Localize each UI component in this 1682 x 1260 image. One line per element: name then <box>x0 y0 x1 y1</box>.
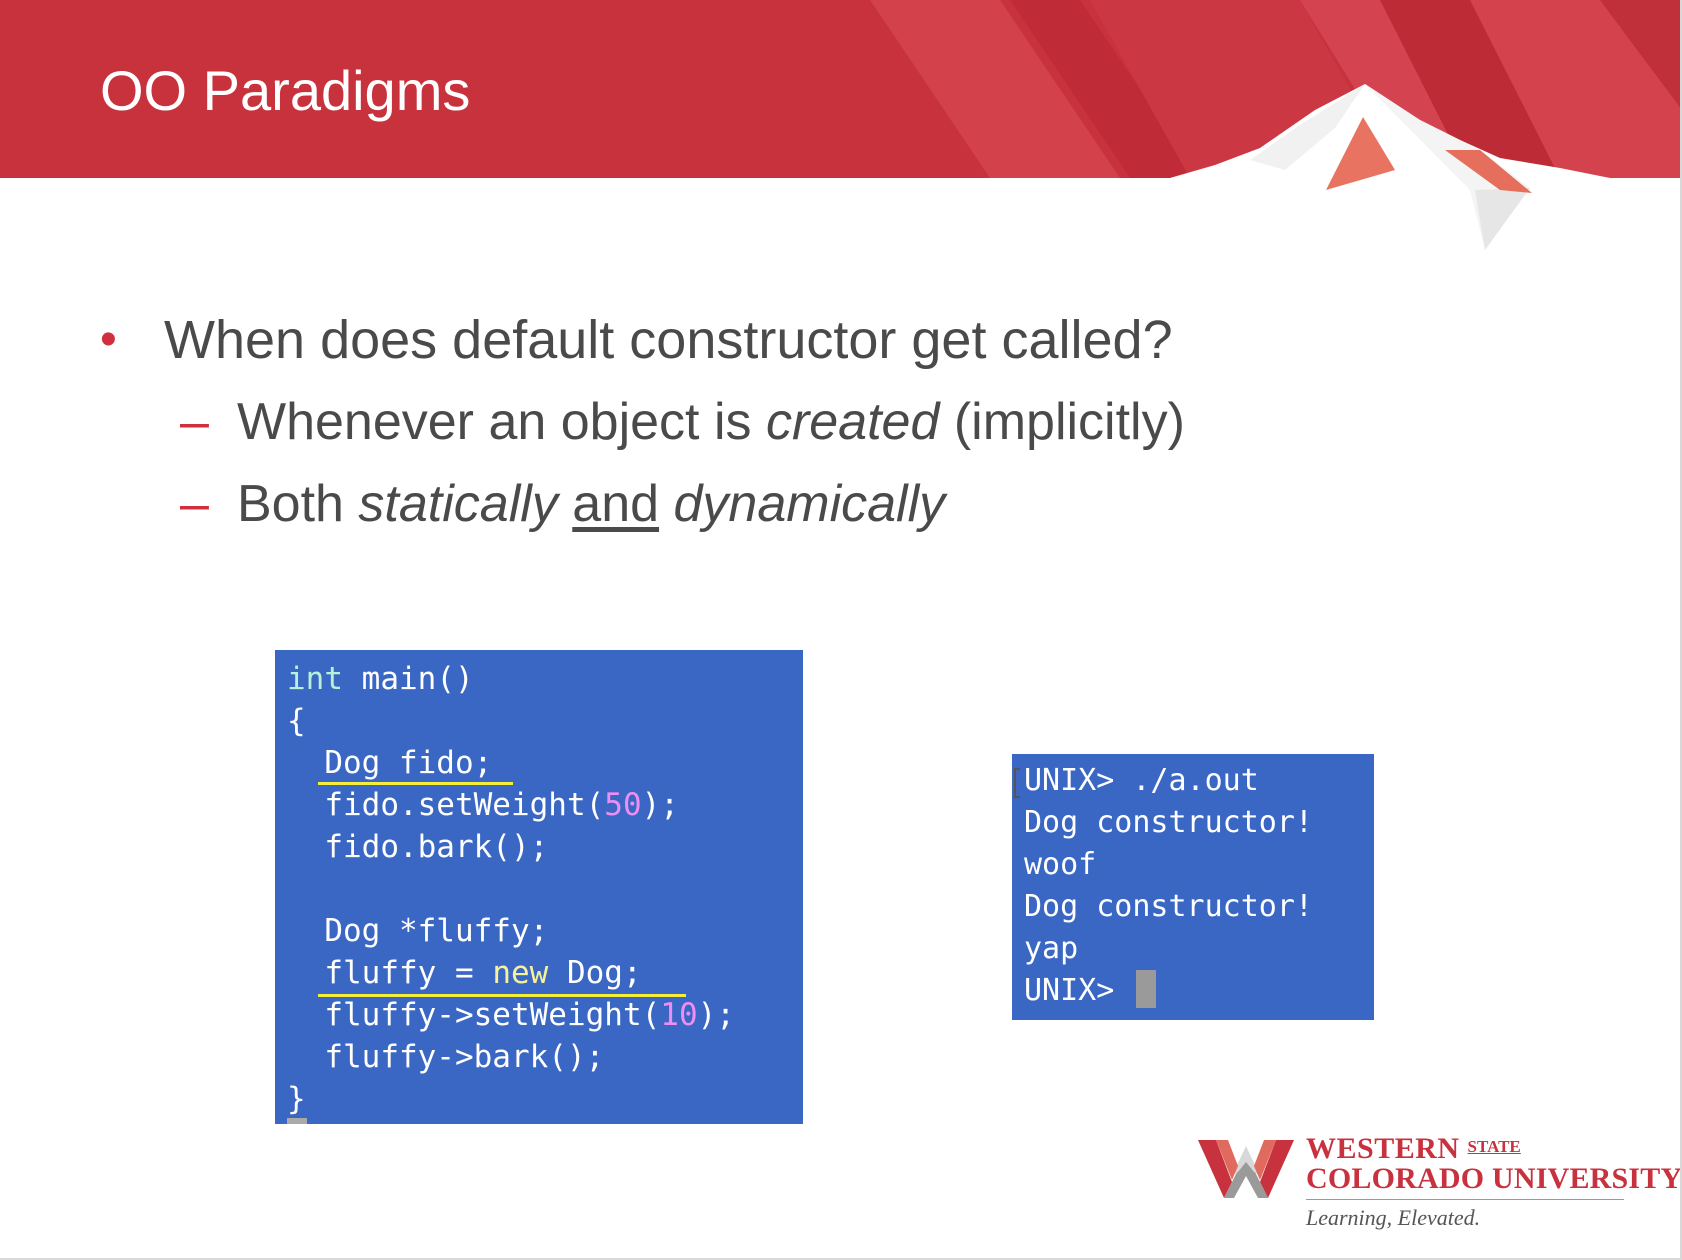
slide-title: OO Paradigms <box>100 59 471 122</box>
code-line: fido.bark(); <box>287 829 549 865</box>
terminal-selection-bracket <box>1014 768 1020 798</box>
terminal-prompt: UNIX> <box>1024 973 1133 1008</box>
code-keyword-int: int <box>287 661 343 697</box>
sub-bullet-text: Whenever an object is created (implicitl… <box>237 382 1185 462</box>
logo-divider <box>1306 1199 1624 1200</box>
code-text: fluffy = <box>287 955 493 991</box>
bullet-marker: • <box>100 313 117 366</box>
terminal-output: UNIX> ./a.out Dog constructor! woof Dog … <box>1012 754 1374 1020</box>
highlight-underline-dynamic <box>318 994 686 997</box>
code-line: fluffy = new Dog; <box>287 952 642 994</box>
logo-state: STATE <box>1467 1137 1521 1156</box>
emphasis-statically: statically <box>358 475 558 533</box>
logo-western: WESTERN <box>1306 1132 1460 1165</box>
code-text: fluffy->setWeight( <box>287 997 661 1033</box>
code-line: Dog fido; <box>287 745 493 781</box>
editor-cursor <box>287 1118 307 1124</box>
code-text: main() <box>343 661 474 697</box>
sub-bullet-marker: – <box>180 393 209 451</box>
sub-bullet-marker: – <box>180 475 209 533</box>
code-keyword-new: new <box>492 955 549 991</box>
code-line: fluffy->setWeight(10); <box>287 994 735 1036</box>
slide: OO Paradigms • When does default constru… <box>0 0 1682 1260</box>
terminal-cursor <box>1136 970 1157 1008</box>
terminal-line: Dog constructor! <box>1024 805 1313 840</box>
sub-bullet-text: Both statically and dynamically <box>237 464 945 544</box>
code-text: ); <box>697 997 735 1033</box>
logo-tagline: Learning, Elevated. <box>1306 1205 1481 1230</box>
code-text: ); <box>641 787 679 823</box>
w-mountain-logo-icon <box>1198 1140 1294 1198</box>
code-line: { <box>287 703 306 739</box>
code-number: 10 <box>660 997 698 1033</box>
code-text: Dog; <box>548 955 642 991</box>
code-line: fido.setWeight(50); <box>287 784 679 826</box>
text-run: Whenever an object is <box>237 393 766 451</box>
text-run <box>659 475 673 533</box>
university-logo: WESTERN STATE COLORADO UNIVERSITY Learnin… <box>1198 1130 1682 1230</box>
text-run: (implicitly) <box>939 393 1185 451</box>
text-run <box>558 475 572 533</box>
code-line: int main() <box>287 658 474 700</box>
logo-wordmark-line1: WESTERN STATE <box>1306 1130 1521 1166</box>
emphasis-dynamically: dynamically <box>673 475 946 533</box>
underlined-and: and <box>572 475 660 533</box>
code-line: } <box>287 1081 306 1117</box>
code-number: 50 <box>604 787 642 823</box>
title-banner <box>0 0 1682 260</box>
mountain-banner-graphic <box>0 0 1682 260</box>
logo-wordmark-line2: COLORADO UNIVERSITY <box>1306 1162 1682 1195</box>
highlight-underline-static <box>318 782 513 785</box>
emphasis-created: created <box>765 393 940 451</box>
terminal-line: UNIX> ./a.out <box>1024 763 1259 798</box>
code-screenshot: int main() { Dog fido; fido.setWeight(50… <box>275 650 803 1124</box>
terminal-line: yap <box>1024 931 1079 966</box>
terminal-line: UNIX> <box>1024 970 1157 1012</box>
terminal-line: woof <box>1024 847 1097 882</box>
text-run: Both <box>237 475 359 533</box>
terminal-line: Dog constructor! <box>1024 889 1313 924</box>
bullet-text: When does default constructor get called… <box>164 310 1173 370</box>
code-line: fluffy->bark(); <box>287 1039 605 1075</box>
code-text: fido.setWeight( <box>287 787 605 823</box>
code-line: Dog *fluffy; <box>287 913 549 949</box>
